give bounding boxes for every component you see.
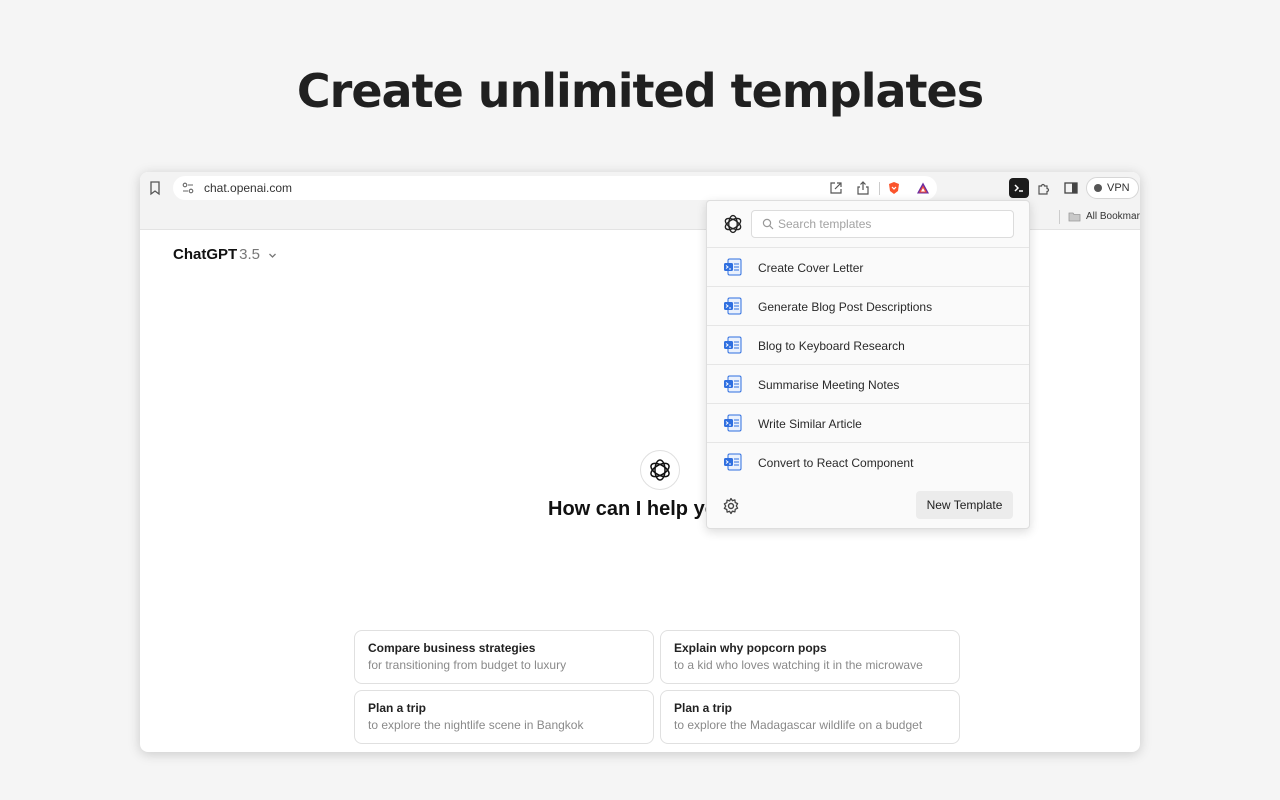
search-box[interactable] bbox=[751, 210, 1014, 238]
template-doc-icon bbox=[724, 297, 742, 315]
openai-logo-icon bbox=[724, 214, 742, 234]
suggestion-subtitle: to explore the nightlife scene in Bangko… bbox=[368, 718, 584, 732]
suggestion-title: Explain why popcorn pops bbox=[674, 641, 827, 655]
template-item[interactable]: Write Similar Article bbox=[707, 404, 1029, 443]
brave-rewards-icon[interactable] bbox=[916, 181, 930, 195]
popup-header bbox=[707, 201, 1029, 248]
template-label: Generate Blog Post Descriptions bbox=[758, 300, 933, 314]
templates-popup: Create Cover Letter Generate Blog Post De… bbox=[706, 200, 1030, 529]
template-doc-icon bbox=[724, 453, 742, 471]
openai-logo-icon bbox=[650, 459, 670, 481]
template-doc-icon bbox=[724, 336, 742, 354]
toolbar-divider bbox=[879, 182, 880, 195]
template-doc-icon bbox=[724, 375, 742, 393]
model-version: 3.5 bbox=[239, 246, 261, 263]
suggestion-card[interactable]: Explain why popcorn pops to a kid who lo… bbox=[660, 630, 960, 684]
all-bookmarks-link[interactable]: All Bookmarks bbox=[1086, 211, 1140, 222]
suggestion-card[interactable]: Compare business strategies for transiti… bbox=[354, 630, 654, 684]
template-label: Create Cover Letter bbox=[758, 261, 864, 275]
bookmarks-divider bbox=[1059, 210, 1060, 224]
gear-icon[interactable] bbox=[722, 497, 740, 515]
template-label: Write Similar Article bbox=[758, 417, 862, 431]
suggestion-subtitle: to explore the Madagascar wildlife on a … bbox=[674, 718, 923, 732]
suggestion-subtitle: for transitioning from budget to luxury bbox=[368, 658, 567, 672]
template-item[interactable]: Convert to React Component bbox=[707, 443, 1029, 482]
terminal-extension-icon[interactable] bbox=[1009, 178, 1029, 198]
suggestion-card[interactable]: Plan a trip to explore the nightlife sce… bbox=[354, 690, 654, 744]
vpn-status-icon bbox=[1094, 184, 1102, 192]
template-doc-icon bbox=[724, 258, 742, 276]
address-bar[interactable]: chat.openai.com bbox=[173, 176, 937, 200]
suggestion-subtitle: to a kid who loves watching it in the mi… bbox=[674, 658, 923, 672]
suggestion-title: Plan a trip bbox=[674, 701, 733, 715]
chatgpt-logo bbox=[640, 450, 680, 490]
share-icon[interactable] bbox=[856, 181, 870, 195]
suggestion-title: Compare business strategies bbox=[368, 641, 536, 655]
bookmark-icon[interactable] bbox=[148, 180, 162, 196]
open-external-icon[interactable] bbox=[829, 181, 843, 195]
template-doc-icon bbox=[724, 414, 742, 432]
sidebar-toggle-icon[interactable] bbox=[1061, 178, 1081, 198]
vpn-label: VPN bbox=[1107, 182, 1130, 194]
site-settings-icon[interactable] bbox=[181, 181, 195, 195]
template-item[interactable]: Generate Blog Post Descriptions bbox=[707, 287, 1029, 326]
model-selector[interactable]: ChatGPT 3.5 bbox=[173, 246, 277, 263]
template-item[interactable]: Create Cover Letter bbox=[707, 248, 1029, 287]
folder-icon bbox=[1068, 212, 1081, 222]
template-item[interactable]: Blog to Keyboard Research bbox=[707, 326, 1029, 365]
brave-shield-icon[interactable] bbox=[887, 181, 901, 195]
puzzle-extensions-icon[interactable] bbox=[1034, 178, 1054, 198]
search-icon bbox=[762, 218, 774, 230]
suggestion-card[interactable]: Plan a trip to explore the Madagascar wi… bbox=[660, 690, 960, 744]
template-label: Convert to React Component bbox=[758, 456, 914, 470]
model-name: ChatGPT bbox=[173, 246, 238, 263]
search-input[interactable] bbox=[778, 211, 1008, 237]
new-template-button[interactable]: New Template bbox=[916, 491, 1013, 519]
vpn-button[interactable]: VPN bbox=[1086, 177, 1139, 199]
hero-title: Create unlimited templates bbox=[296, 64, 984, 118]
url-text: chat.openai.com bbox=[204, 181, 293, 195]
template-label: Summarise Meeting Notes bbox=[758, 378, 900, 392]
suggestion-title: Plan a trip bbox=[368, 701, 427, 715]
template-label: Blog to Keyboard Research bbox=[758, 339, 905, 353]
chevron-down-icon bbox=[269, 253, 277, 258]
template-item[interactable]: Summarise Meeting Notes bbox=[707, 365, 1029, 404]
